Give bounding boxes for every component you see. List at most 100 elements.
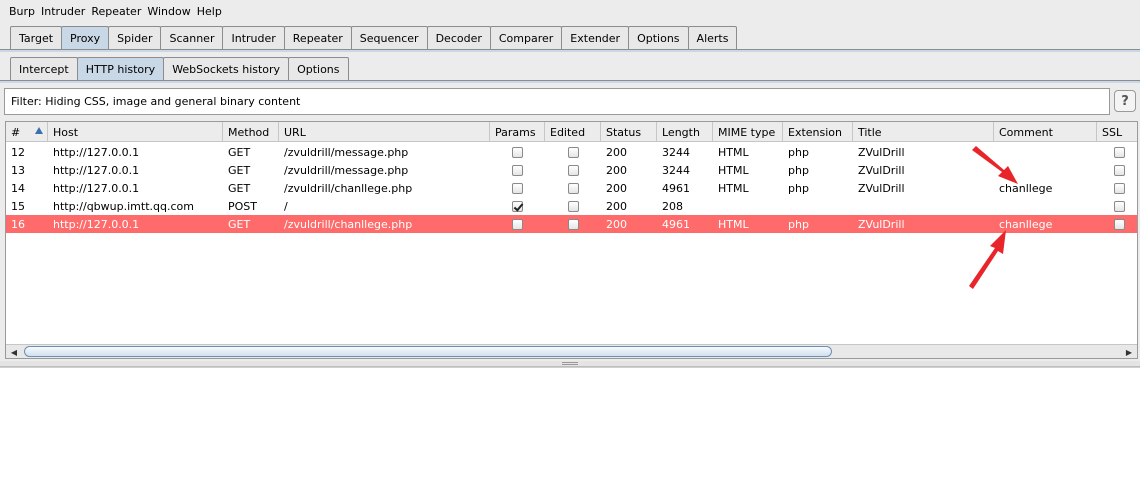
scroll-left-icon[interactable]: ◀ bbox=[7, 346, 21, 358]
column-header-host[interactable]: Host bbox=[48, 122, 223, 142]
cell-mime bbox=[713, 197, 783, 215]
scrollbar-thumb[interactable] bbox=[24, 346, 832, 357]
column-header-number[interactable]: # bbox=[6, 122, 48, 142]
subtab-intercept[interactable]: Intercept bbox=[10, 57, 78, 81]
tab-spider[interactable]: Spider bbox=[108, 26, 162, 50]
subtab-websockets-history[interactable]: WebSockets history bbox=[163, 57, 290, 81]
cell-method: GET bbox=[228, 181, 251, 195]
menu-item-intruder[interactable]: Intruder bbox=[38, 5, 88, 18]
edited-checkbox[interactable] bbox=[568, 201, 579, 212]
column-header-length[interactable]: Length bbox=[657, 122, 713, 142]
menu-item-repeater[interactable]: Repeater bbox=[88, 5, 144, 18]
proxy-tab-bar: Intercept HTTP history WebSockets history O… bbox=[10, 57, 349, 81]
tab-target[interactable]: Target bbox=[10, 26, 63, 50]
http-history-table[interactable]: # Host Method URL Params Edited Status Length MI… bbox=[5, 121, 1138, 359]
cell-method: GET bbox=[228, 217, 251, 231]
edited-checkbox[interactable] bbox=[568, 183, 579, 194]
menu-item-burp[interactable]: Burp bbox=[6, 5, 38, 18]
cell-comment: chanllege bbox=[999, 217, 1053, 231]
cell-url: / bbox=[284, 199, 288, 213]
cell-host: http://127.0.0.1 bbox=[53, 181, 140, 195]
column-header-comment[interactable]: Comment bbox=[994, 122, 1097, 142]
cell-status: 200 bbox=[606, 163, 627, 177]
column-header-extension[interactable]: Extension bbox=[783, 122, 853, 142]
table-row[interactable]: 15 http://qbwup.imtt.qq.com POST / 200 208 bbox=[6, 197, 1137, 215]
column-header-url[interactable]: URL bbox=[279, 122, 490, 142]
tab-sequencer[interactable]: Sequencer bbox=[350, 26, 428, 50]
table-header: # Host Method URL Params Edited Status Length MI… bbox=[6, 122, 1137, 142]
tab-extender[interactable]: Extender bbox=[561, 26, 630, 50]
cell-url: /zvuldrill/chanllege.php bbox=[284, 181, 413, 195]
ssl-checkbox[interactable] bbox=[1114, 147, 1125, 158]
ssl-checkbox[interactable] bbox=[1114, 165, 1125, 176]
column-header-ssl[interactable]: SSL bbox=[1097, 122, 1137, 142]
column-header-label: URL bbox=[284, 125, 306, 139]
tab-proxy[interactable]: Proxy bbox=[61, 26, 110, 50]
table-row[interactable]: 12 http://127.0.0.1 GET/zvuldrill/message.… bbox=[6, 143, 1137, 161]
cell-mime: HTML bbox=[718, 145, 749, 159]
cell-length: 3244 bbox=[662, 163, 690, 177]
cell-ext: php bbox=[788, 181, 809, 195]
tab-comparer[interactable]: Comparer bbox=[489, 26, 563, 50]
splitter-grip-icon[interactable] bbox=[562, 362, 578, 365]
cell-status: 200 bbox=[606, 145, 627, 159]
edited-checkbox[interactable] bbox=[568, 165, 579, 176]
ssl-checkbox[interactable] bbox=[1114, 183, 1125, 194]
tab-scanner[interactable]: Scanner bbox=[160, 26, 224, 50]
subtab-http-history[interactable]: HTTP history bbox=[76, 57, 165, 81]
cell-length: 3244 bbox=[662, 145, 690, 159]
cell-num: 16 bbox=[11, 217, 25, 231]
cell-num: 14 bbox=[11, 181, 25, 195]
column-header-mime-type[interactable]: MIME type bbox=[713, 122, 783, 142]
cell-comment bbox=[994, 143, 1097, 161]
ssl-checkbox[interactable] bbox=[1114, 219, 1125, 230]
help-icon: ? bbox=[1121, 93, 1129, 109]
table-row[interactable]: 14 http://127.0.0.1 GET/zvuldrill/chanlleg… bbox=[6, 179, 1137, 197]
table-row[interactable]: 13 http://127.0.0.1 GET/zvuldrill/message.… bbox=[6, 161, 1137, 179]
horizontal-scrollbar[interactable]: ◀ ▶ bbox=[6, 344, 1137, 358]
menu-item-help[interactable]: Help bbox=[194, 5, 225, 18]
cell-num: 15 bbox=[11, 199, 25, 213]
cell-status: 200 bbox=[606, 199, 627, 213]
cell-method: GET bbox=[228, 145, 251, 159]
cell-method: POST bbox=[228, 199, 257, 213]
cell-title: ZVulDrill bbox=[858, 181, 905, 195]
tab-intruder[interactable]: Intruder bbox=[222, 26, 285, 50]
cell-comment bbox=[994, 197, 1097, 215]
column-header-edited[interactable]: Edited bbox=[545, 122, 601, 142]
subtab-options[interactable]: Options bbox=[288, 57, 349, 81]
edited-checkbox[interactable] bbox=[568, 147, 579, 158]
table-row[interactable]: 16 http://127.0.0.1 GET/zvuldrill/chanlleg… bbox=[6, 215, 1137, 233]
main-tab-bar: Target Proxy Spider Scanner Intruder Repeater… bbox=[10, 26, 738, 50]
cell-length: 208 bbox=[662, 199, 683, 213]
tab-alerts[interactable]: Alerts bbox=[687, 26, 738, 50]
params-checkbox[interactable] bbox=[512, 201, 523, 212]
menu-item-window[interactable]: Window bbox=[144, 5, 193, 18]
column-header-label: Host bbox=[53, 125, 79, 139]
column-header-status[interactable]: Status bbox=[601, 122, 657, 142]
cell-mime: HTML bbox=[718, 181, 749, 195]
tab-options[interactable]: Options bbox=[628, 26, 689, 50]
cell-comment: chanllege bbox=[999, 181, 1053, 195]
column-header-title[interactable]: Title bbox=[853, 122, 994, 142]
tab-decoder[interactable]: Decoder bbox=[426, 26, 491, 50]
params-checkbox[interactable] bbox=[512, 165, 523, 176]
params-checkbox[interactable] bbox=[512, 219, 523, 230]
column-header-label: # bbox=[11, 125, 21, 139]
help-button[interactable]: ? bbox=[1114, 90, 1136, 112]
column-header-method[interactable]: Method bbox=[223, 122, 279, 142]
cell-status: 200 bbox=[606, 181, 627, 195]
column-header-label: SSL bbox=[1102, 125, 1123, 139]
sort-ascending-icon bbox=[35, 127, 43, 134]
column-header-params[interactable]: Params bbox=[490, 122, 545, 142]
edited-checkbox[interactable] bbox=[568, 219, 579, 230]
cell-url: /zvuldrill/chanllege.php bbox=[284, 217, 413, 231]
cell-ext: php bbox=[788, 163, 809, 177]
filter-bar[interactable]: Filter: Hiding CSS, image and general bi… bbox=[4, 88, 1110, 115]
params-checkbox[interactable] bbox=[512, 147, 523, 158]
params-checkbox[interactable] bbox=[512, 183, 523, 194]
ssl-checkbox[interactable] bbox=[1114, 201, 1125, 212]
tab-repeater[interactable]: Repeater bbox=[283, 26, 352, 50]
scroll-right-icon[interactable]: ▶ bbox=[1122, 346, 1136, 358]
cell-ext bbox=[783, 197, 853, 215]
